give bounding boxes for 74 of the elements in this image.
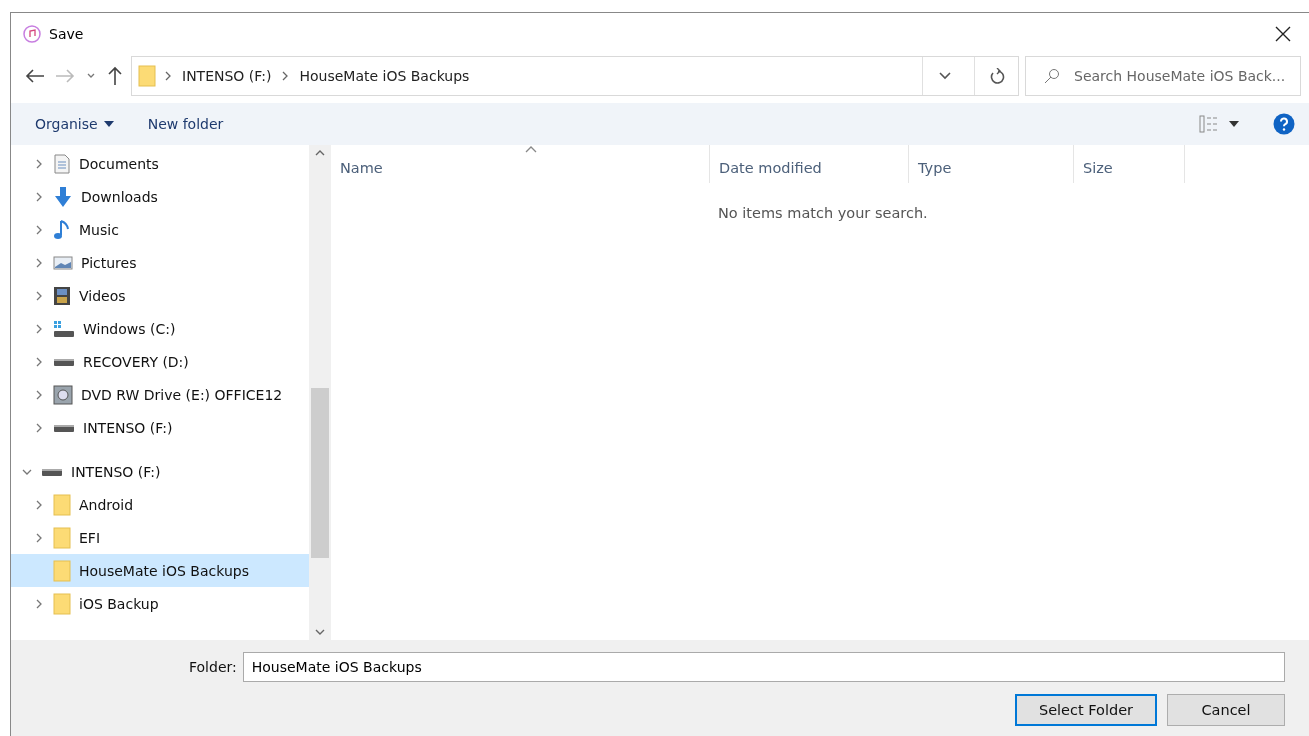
tree-item-label: HouseMate iOS Backups [79, 562, 249, 579]
tree-item-label: EFI [79, 529, 101, 546]
document-icon [53, 153, 71, 174]
sort-caret-icon [525, 145, 537, 153]
search-icon [1044, 68, 1060, 84]
column-header[interactable]: Name [331, 145, 710, 183]
folder-icon [53, 559, 71, 582]
window-title: Save [49, 26, 85, 42]
search-box[interactable]: Search HouseMate iOS Back... [1025, 56, 1301, 96]
folder-tree-item[interactable]: iOS Backup [11, 587, 309, 620]
tree-item-label: DVD RW Drive (E:) OFFICE12 [81, 386, 283, 403]
tree-item-label: INTENSO (F:) [83, 419, 173, 436]
tree-item-label: INTENSO (F:) [71, 463, 161, 480]
tree-item-label: Pictures [81, 254, 137, 271]
tree-item-label: iOS Backup [79, 595, 159, 612]
tree-item-label: Music [79, 221, 119, 238]
music-app-icon [23, 25, 41, 43]
chevron-down-icon [937, 71, 952, 81]
column-header[interactable]: Date modified [710, 145, 909, 183]
drive-icon [41, 466, 63, 477]
tree-item-label: RECOVERY (D:) [83, 353, 189, 370]
drive-icon [53, 356, 75, 367]
scroll-down-icon[interactable] [315, 628, 325, 636]
search-field[interactable]: Search HouseMate iOS Back... [1072, 67, 1292, 85]
chevron-right-icon [281, 71, 290, 81]
select-folder-button[interactable]: Select Folder [1015, 694, 1157, 726]
folder-icon [53, 493, 71, 516]
folder-tree-item[interactable]: DVD RW Drive (E:) OFFICE12 [11, 378, 309, 411]
folder-icon [138, 65, 156, 87]
tree-item-label: Videos [79, 287, 126, 304]
folder-label: Folder: [189, 659, 237, 675]
caret-down-icon [1229, 121, 1239, 127]
down-arrow-icon [53, 185, 73, 208]
film-icon [53, 285, 71, 306]
address-bar[interactable]: INTENSO (F:) HouseMate iOS Backups [131, 56, 1019, 96]
picture-icon [53, 254, 73, 271]
cancel-button[interactable]: Cancel [1167, 694, 1285, 726]
empty-message: No items match your search. [718, 205, 928, 221]
music-note-icon [53, 218, 71, 241]
folder-tree-item[interactable]: EFI [11, 521, 309, 554]
organise-button[interactable]: Organise [35, 116, 114, 132]
tree-item-label: Documents [79, 155, 159, 172]
view-options-button[interactable] [1199, 115, 1239, 133]
folder-tree-item[interactable]: Windows (C:) [11, 312, 309, 345]
folder-tree-item[interactable]: INTENSO (F:) [11, 455, 309, 488]
chevron-right-icon [164, 71, 172, 81]
column-header[interactable]: Size [1074, 145, 1185, 183]
folder-tree-item[interactable]: Videos [11, 279, 309, 312]
help-button[interactable] [1273, 113, 1295, 135]
tree-item-label: Android [79, 496, 134, 513]
folder-icon [53, 526, 71, 549]
folder-tree-item[interactable]: Music [11, 213, 309, 246]
disc-drive-icon [53, 384, 73, 405]
folder-tree-item[interactable]: Downloads [11, 180, 309, 213]
new-folder-button[interactable]: New folder [147, 116, 224, 132]
tree-item-label: Windows (C:) [83, 320, 176, 337]
drive-icon [53, 422, 75, 433]
scroll-up-icon[interactable] [315, 149, 325, 157]
refresh-icon [988, 68, 1005, 84]
drive-icon [53, 319, 75, 338]
folder-tree-item[interactable]: RECOVERY (D:) [11, 345, 309, 378]
breadcrumb[interactable]: HouseMate iOS Backups [297, 68, 472, 84]
folder-tree-item[interactable]: HouseMate iOS Backups [11, 554, 309, 587]
breadcrumb[interactable]: INTENSO (F:) [180, 68, 274, 84]
tree-item-label: Downloads [81, 188, 158, 205]
folder-input-field[interactable]: HouseMate iOS Backups [242, 652, 1285, 682]
scrollbar[interactable] [309, 145, 331, 640]
folder-tree-item[interactable]: Documents [11, 147, 309, 180]
caret-down-icon [103, 121, 114, 127]
folder-tree-item[interactable]: Pictures [11, 246, 309, 279]
folder-tree-item[interactable]: INTENSO (F:) [11, 411, 309, 444]
folder-tree-item[interactable]: Android [11, 488, 309, 521]
folder-icon [53, 592, 71, 615]
column-header[interactable]: Type [909, 145, 1074, 183]
